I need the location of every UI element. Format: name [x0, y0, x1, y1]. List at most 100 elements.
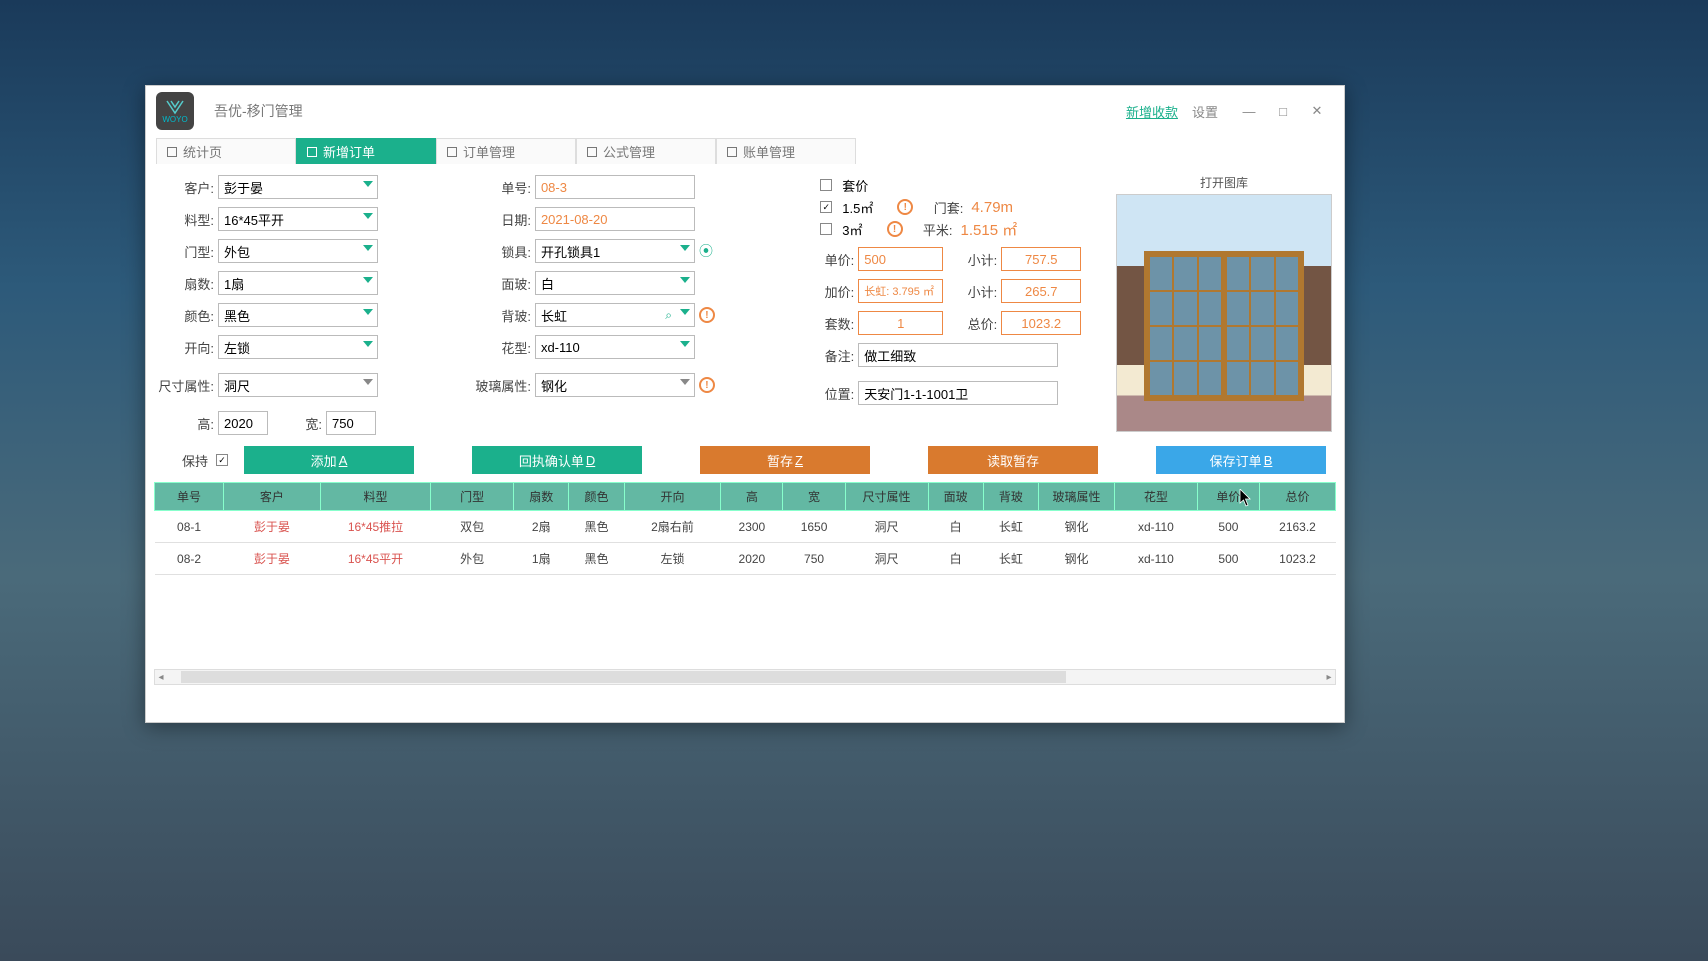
front-glass-select[interactable]: 白 — [535, 271, 695, 295]
order-no-label: 单号: — [475, 178, 531, 197]
width-label: 宽: — [288, 414, 322, 433]
scroll-left-icon[interactable]: ◂ — [155, 672, 167, 683]
door-type-select[interactable]: 外包 — [218, 239, 378, 263]
tab-new-order[interactable]: 新增订单 — [296, 138, 436, 164]
scroll-thumb[interactable] — [181, 671, 1066, 683]
customer-select[interactable]: 彭于晏 — [218, 175, 378, 199]
table-header[interactable]: 扇数 — [514, 483, 569, 511]
markup-input[interactable]: 长虹: 3.795 ㎡ — [858, 279, 943, 303]
save-order-button[interactable]: 保存订单 B — [1156, 446, 1326, 474]
table-cell: 500 — [1197, 511, 1259, 543]
table-cell: 1023.2 — [1260, 543, 1336, 575]
chevron-down-icon — [363, 213, 373, 219]
settings-link[interactable]: 设置 — [1192, 102, 1218, 121]
table-cell: 16*45推拉 — [320, 511, 431, 543]
keep-checkbox[interactable]: ✓ — [216, 454, 228, 466]
sqm-value: 1.515 ㎡ — [961, 219, 1018, 240]
table-header[interactable]: 客户 — [224, 483, 321, 511]
unit-price-input[interactable]: 500 — [858, 247, 943, 271]
location-input[interactable]: 天安门1-1-1001卫 — [858, 381, 1058, 405]
tab-icon — [587, 147, 597, 157]
chevron-down-icon — [363, 277, 373, 283]
sub2-label: 小计: — [961, 282, 997, 301]
table-cell: 左锁 — [624, 543, 721, 575]
load-stash-button[interactable]: 读取暂存 — [928, 446, 1098, 474]
table-cell: 1扇 — [514, 543, 569, 575]
tab-order-mgmt[interactable]: 订单管理 — [436, 138, 576, 164]
warning-icon: ! — [699, 307, 715, 323]
horizontal-scrollbar[interactable]: ◂ ▸ — [154, 669, 1336, 685]
order-table: 单号客户料型门型扇数颜色开向高宽尺寸属性面玻背玻玻璃属性花型单价总价 08-1彭… — [154, 482, 1336, 575]
height-input[interactable]: 2020 — [218, 411, 268, 435]
table-header[interactable]: 面玻 — [928, 483, 983, 511]
preview-title[interactable]: 打开图库 — [1200, 174, 1248, 191]
glass-attr-select[interactable]: 钢化 — [535, 373, 695, 397]
tab-icon — [727, 147, 737, 157]
table-header[interactable]: 尺寸属性 — [845, 483, 928, 511]
sets-label: 套数: — [820, 314, 854, 333]
customer-label: 客户: — [158, 178, 214, 197]
area3-checkbox[interactable] — [820, 223, 832, 235]
chevron-down-icon — [680, 341, 690, 347]
frame-value: 4.79m — [971, 199, 1013, 216]
table-header[interactable]: 高 — [721, 483, 783, 511]
chevron-down-icon — [363, 309, 373, 315]
pattern-label: 花型: — [475, 338, 531, 357]
stash-button[interactable]: 暂存 Z — [700, 446, 870, 474]
table-cell: 750 — [783, 543, 845, 575]
close-button[interactable]: ✕ — [1308, 103, 1326, 119]
table-row[interactable]: 08-1彭于晏16*45推拉双包2扇黑色2扇右前23001650洞尺白长虹钢化x… — [155, 511, 1336, 543]
table-header[interactable]: 总价 — [1260, 483, 1336, 511]
direction-select[interactable]: 左锁 — [218, 335, 378, 359]
back-glass-select[interactable]: 长虹⌕ — [535, 303, 695, 327]
back-glass-label: 背玻: — [475, 306, 531, 325]
table-header[interactable]: 料型 — [320, 483, 431, 511]
tab-billing[interactable]: 账单管理 — [716, 138, 856, 164]
table-header[interactable]: 门型 — [431, 483, 514, 511]
set-price-checkbox[interactable] — [820, 179, 832, 191]
table-cell: 08-2 — [155, 543, 224, 575]
area15-label: 1.5㎡ — [842, 198, 873, 217]
maximize-button[interactable]: □ — [1274, 104, 1292, 119]
warning-icon: ! — [699, 377, 715, 393]
note-input[interactable]: 做工细致 — [858, 343, 1058, 367]
size-attr-select[interactable]: 洞尺 — [218, 373, 378, 397]
minimize-button[interactable]: — — [1240, 104, 1258, 119]
scroll-right-icon[interactable]: ▸ — [1323, 672, 1335, 683]
confirm-receipt-button[interactable]: 回执确认单 D — [472, 446, 642, 474]
table-header[interactable]: 花型 — [1114, 483, 1197, 511]
fan-count-select[interactable]: 1扇 — [218, 271, 378, 295]
lock-select[interactable]: 开孔锁具1 — [535, 239, 695, 263]
sets-input[interactable]: 1 — [858, 311, 943, 335]
frame-label: 门套: — [927, 198, 963, 217]
color-select[interactable]: 黑色 — [218, 303, 378, 327]
width-input[interactable]: 750 — [326, 411, 376, 435]
date-label: 日期: — [475, 210, 531, 229]
area15-checkbox[interactable]: ✓ — [820, 201, 832, 213]
date-input[interactable]: 2021-08-20 — [535, 207, 695, 231]
tab-formula[interactable]: 公式管理 — [576, 138, 716, 164]
new-payment-link[interactable]: 新增收款 — [1126, 102, 1178, 121]
table-header[interactable]: 单号 — [155, 483, 224, 511]
chevron-down-icon — [680, 277, 690, 283]
chevron-down-icon — [680, 309, 690, 315]
order-no-input[interactable]: 08-3 — [535, 175, 695, 199]
search-icon[interactable]: ⌕ — [665, 308, 672, 323]
table-header[interactable]: 颜色 — [569, 483, 624, 511]
table-header[interactable]: 玻璃属性 — [1039, 483, 1115, 511]
table-cell: 1650 — [783, 511, 845, 543]
titlebar: WOYO 吾优-移门管理 新增收款 设置 — □ ✕ — [146, 86, 1344, 136]
material-select[interactable]: 16*45平开 — [218, 207, 378, 231]
table-row[interactable]: 08-2彭于晏16*45平开外包1扇黑色左锁2020750洞尺白长虹钢化xd-1… — [155, 543, 1336, 575]
table-cell: 彭于晏 — [224, 543, 321, 575]
preview-image[interactable] — [1116, 194, 1332, 432]
table-header[interactable]: 背玻 — [983, 483, 1038, 511]
keep-label: 保持 — [182, 451, 208, 470]
pattern-select[interactable]: xd-110 — [535, 335, 695, 359]
table-header[interactable]: 宽 — [783, 483, 845, 511]
location-pin-icon[interactable]: ⦿ — [699, 241, 713, 261]
table-header[interactable]: 开向 — [624, 483, 721, 511]
table-cell: 钢化 — [1039, 511, 1115, 543]
add-button[interactable]: 添加 A — [244, 446, 414, 474]
tab-stats[interactable]: 统计页 — [156, 138, 296, 164]
